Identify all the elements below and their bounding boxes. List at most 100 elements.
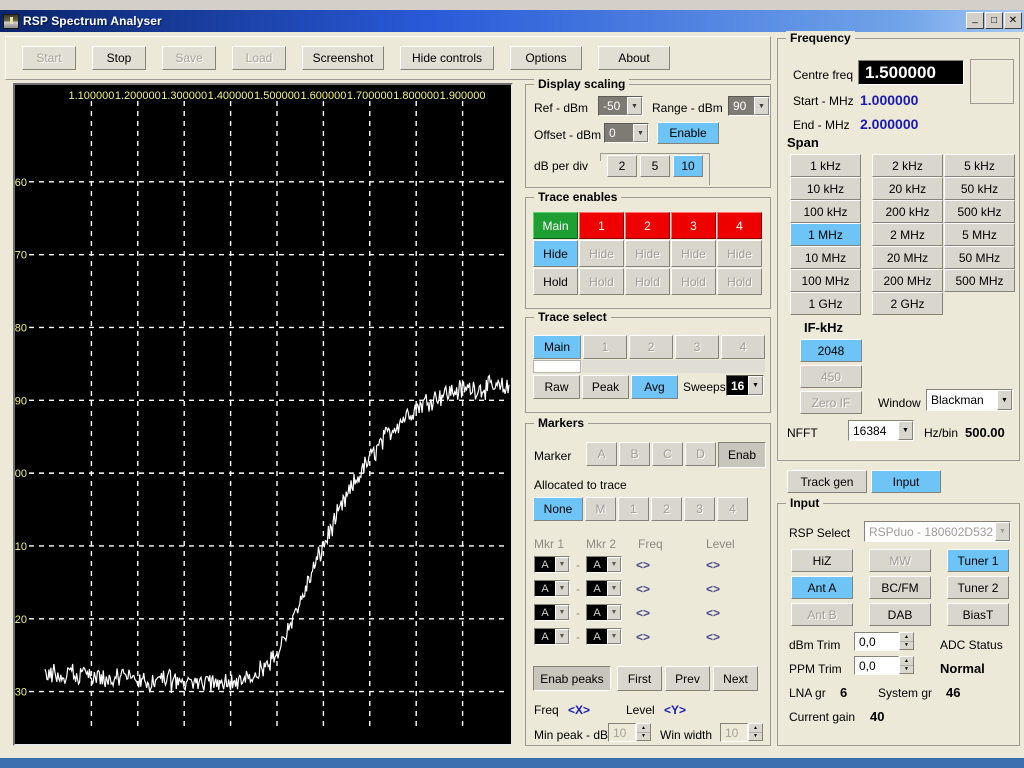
trace-hold-2-button[interactable]: Hold bbox=[625, 268, 670, 295]
ref-dbm-combo[interactable]: -50 ▼ bbox=[598, 96, 643, 116]
input-ant-b-button[interactable]: Ant B bbox=[791, 603, 853, 626]
input-mw-button[interactable]: MW bbox=[869, 549, 931, 572]
span-1ghz-button[interactable]: 1 GHz bbox=[790, 292, 861, 315]
if-zero-if-button[interactable]: Zero IF bbox=[800, 391, 862, 414]
rsp-select-combo[interactable]: RSPduo - 180602D532 ▼ bbox=[864, 521, 1011, 542]
track-gen-tab[interactable]: Track gen bbox=[787, 470, 867, 493]
mkr1-row3-combo[interactable]: A ▼ bbox=[534, 604, 570, 621]
mkr1-row1-combo[interactable]: A ▼ bbox=[534, 556, 570, 573]
maximize-button[interactable]: □ bbox=[985, 12, 1003, 29]
stop-button[interactable]: Stop bbox=[92, 46, 146, 70]
min-peak-spinner[interactable]: ▲ ▼ bbox=[636, 723, 651, 741]
span-200khz-button[interactable]: 200 kHz bbox=[872, 200, 943, 223]
span-10mhz-button[interactable]: 10 MHz bbox=[790, 246, 861, 269]
minimize-button[interactable]: _ bbox=[966, 12, 984, 29]
min-peak-field[interactable]: 10 bbox=[608, 723, 636, 742]
trace-select-main-button[interactable]: Main bbox=[533, 335, 581, 359]
marker-enab-button[interactable]: Enab bbox=[718, 442, 766, 468]
mkr1-row2-combo[interactable]: A ▼ bbox=[534, 580, 570, 597]
win-width-spinner[interactable]: ▲ ▼ bbox=[748, 723, 763, 741]
span-1mhz-button[interactable]: 1 MHz bbox=[790, 223, 861, 246]
input-tuner1-button[interactable]: Tuner 1 bbox=[947, 549, 1009, 572]
trace-hide-3-button[interactable]: Hide bbox=[671, 240, 716, 267]
dbm-trim-field[interactable]: 0,0 bbox=[854, 632, 899, 651]
marker-b-button[interactable]: B bbox=[619, 442, 650, 466]
save-button[interactable]: Save bbox=[162, 46, 216, 70]
ppm-trim-field[interactable]: 0,0 bbox=[854, 656, 899, 675]
trace-hold-main-button[interactable]: Hold bbox=[533, 268, 578, 295]
if-450-button[interactable]: 450 bbox=[800, 365, 862, 388]
sweeps-combo[interactable]: 16 ▼ bbox=[726, 375, 764, 396]
trace-enable-main-button[interactable]: Main bbox=[533, 212, 578, 239]
alloc-3-button[interactable]: 3 bbox=[684, 497, 715, 521]
span-500mhz-button[interactable]: 500 MHz bbox=[944, 269, 1015, 292]
marker-d-button[interactable]: D bbox=[685, 442, 716, 466]
trace-color-swatch[interactable] bbox=[533, 360, 581, 373]
span-10khz-button[interactable]: 10 kHz bbox=[790, 177, 861, 200]
about-button[interactable]: About bbox=[598, 46, 670, 70]
db-per-div-2-button[interactable]: 2 bbox=[607, 155, 637, 177]
trace-mode-raw-button[interactable]: Raw bbox=[533, 375, 580, 399]
mkr2-row2-combo[interactable]: A ▼ bbox=[586, 580, 622, 597]
marker-a-button[interactable]: A bbox=[586, 442, 617, 466]
span-100mhz-button[interactable]: 100 MHz bbox=[790, 269, 861, 292]
span-500khz-button[interactable]: 500 kHz bbox=[944, 200, 1015, 223]
hide-controls-button[interactable]: Hide controls bbox=[400, 46, 494, 70]
alloc-m-button[interactable]: M bbox=[585, 497, 616, 521]
trace-hide-2-button[interactable]: Hide bbox=[625, 240, 670, 267]
spinner-up-icon[interactable]: ▲ bbox=[900, 633, 913, 642]
trace-select-2-button[interactable]: 2 bbox=[629, 335, 673, 359]
span-5mhz-button[interactable]: 5 MHz bbox=[944, 223, 1015, 246]
next-peak-button[interactable]: Next bbox=[713, 666, 758, 691]
mkr1-row4-combo[interactable]: A ▼ bbox=[534, 628, 570, 645]
trace-hold-1-button[interactable]: Hold bbox=[579, 268, 624, 295]
trace-select-4-button[interactable]: 4 bbox=[721, 335, 765, 359]
alloc-4-button[interactable]: 4 bbox=[717, 497, 748, 521]
trace-enable-1-button[interactable]: 1 bbox=[579, 212, 624, 239]
spinner-up-icon[interactable]: ▲ bbox=[749, 724, 762, 733]
trace-enable-3-button[interactable]: 3 bbox=[671, 212, 716, 239]
spinner-up-icon[interactable]: ▲ bbox=[900, 657, 913, 666]
span-5khz-button[interactable]: 5 kHz bbox=[944, 154, 1015, 177]
ppm-trim-spinner[interactable]: ▲ ▼ bbox=[899, 656, 914, 674]
spinner-down-icon[interactable]: ▼ bbox=[900, 642, 913, 650]
enab-peaks-button[interactable]: Enab peaks bbox=[533, 666, 611, 691]
span-2mhz-button[interactable]: 2 MHz bbox=[872, 223, 943, 246]
marker-c-button[interactable]: C bbox=[652, 442, 683, 466]
span-50khz-button[interactable]: 50 kHz bbox=[944, 177, 1015, 200]
input-tuner2-button[interactable]: Tuner 2 bbox=[947, 576, 1009, 599]
input-dab-button[interactable]: DAB bbox=[869, 603, 931, 626]
span-2khz-button[interactable]: 2 kHz bbox=[872, 154, 943, 177]
span-50mhz-button[interactable]: 50 MHz bbox=[944, 246, 1015, 269]
trace-enable-4-button[interactable]: 4 bbox=[717, 212, 762, 239]
db-per-div-10-button[interactable]: 10 bbox=[673, 155, 703, 177]
spinner-down-icon[interactable]: ▼ bbox=[900, 666, 913, 674]
centre-freq-field[interactable]: 1.500000 bbox=[858, 60, 964, 85]
window-combo[interactable]: Blackman ▼ bbox=[926, 389, 1013, 411]
offset-dbm-combo[interactable]: 0 ▼ bbox=[604, 123, 649, 143]
options-button[interactable]: Options bbox=[510, 46, 582, 70]
spinner-up-icon[interactable]: ▲ bbox=[637, 724, 650, 733]
dbm-trim-spinner[interactable]: ▲ ▼ bbox=[899, 632, 914, 650]
span-1khz-button[interactable]: 1 kHz bbox=[790, 154, 861, 177]
load-button[interactable]: Load bbox=[232, 46, 286, 70]
spinner-down-icon[interactable]: ▼ bbox=[637, 733, 650, 741]
alloc-2-button[interactable]: 2 bbox=[651, 497, 682, 521]
trace-mode-peak-button[interactable]: Peak bbox=[582, 375, 629, 399]
spectrum-plot[interactable]: 1.100000 1.200000 1.300000 1.400000 1.500000… bbox=[13, 83, 513, 746]
input-biast-button[interactable]: BiasT bbox=[947, 603, 1009, 626]
prev-peak-button[interactable]: Prev bbox=[665, 666, 710, 691]
range-dbm-combo[interactable]: 90 ▼ bbox=[728, 96, 770, 116]
alloc-1-button[interactable]: 1 bbox=[618, 497, 649, 521]
mkr2-row3-combo[interactable]: A ▼ bbox=[586, 604, 622, 621]
input-bc-fm-button[interactable]: BC/FM bbox=[869, 576, 931, 599]
close-button[interactable]: ✕ bbox=[1004, 12, 1022, 29]
mkr2-row1-combo[interactable]: A ▼ bbox=[586, 556, 622, 573]
span-200mhz-button[interactable]: 200 MHz bbox=[872, 269, 943, 292]
trace-hide-4-button[interactable]: Hide bbox=[717, 240, 762, 267]
trace-enable-2-button[interactable]: 2 bbox=[625, 212, 670, 239]
mkr2-row4-combo[interactable]: A ▼ bbox=[586, 628, 622, 645]
span-100khz-button[interactable]: 100 kHz bbox=[790, 200, 861, 223]
trace-hide-1-button[interactable]: Hide bbox=[579, 240, 624, 267]
alloc-none-button[interactable]: None bbox=[533, 497, 583, 521]
